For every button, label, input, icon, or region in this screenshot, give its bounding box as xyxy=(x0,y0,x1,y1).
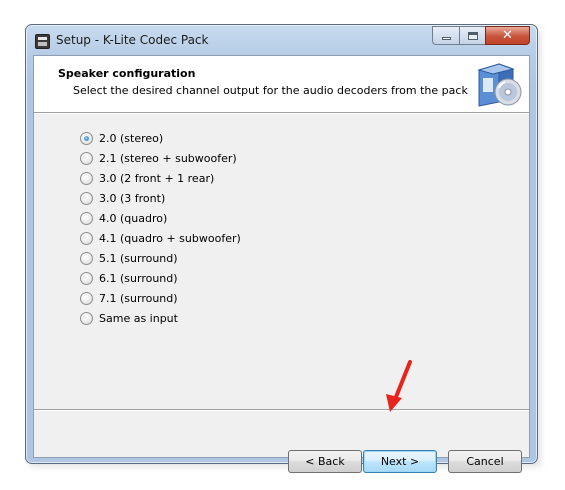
option-5-1[interactable]: 5.1 (surround) xyxy=(80,248,280,268)
maximize-icon xyxy=(467,31,478,40)
footer-divider xyxy=(34,409,529,411)
radio-button[interactable] xyxy=(80,211,93,225)
radio-button[interactable] xyxy=(80,131,93,145)
page-title: Speaker configuration xyxy=(58,67,196,80)
setup-window: Setup - K-Lite Codec Pack ✕ Speaker conf… xyxy=(25,24,538,473)
installer-box-icon xyxy=(477,63,522,107)
radio-button[interactable] xyxy=(80,231,93,245)
radio-button[interactable] xyxy=(80,251,93,265)
option-4-0[interactable]: 4.0 (quadro) xyxy=(80,208,280,228)
option-2-1[interactable]: 2.1 (stereo + subwoofer) xyxy=(80,148,280,168)
option-label: 5.1 (surround) xyxy=(99,251,178,265)
page-subtitle: Select the desired channel output for th… xyxy=(73,84,468,97)
radio-button[interactable] xyxy=(80,311,93,325)
option-label: Same as input xyxy=(99,311,178,325)
red-arrow-icon xyxy=(386,360,412,412)
close-button[interactable]: ✕ xyxy=(485,26,530,45)
next-button[interactable]: Next > xyxy=(363,450,437,473)
option-label: 3.0 (2 front + 1 rear) xyxy=(99,171,215,185)
option-4-1[interactable]: 4.1 (quadro + subwoofer) xyxy=(80,228,280,248)
back-button[interactable]: < Back xyxy=(288,450,362,473)
option-6-1[interactable]: 6.1 (surround) xyxy=(80,268,280,288)
caption-buttons: ✕ xyxy=(432,26,530,45)
option-label: 4.1 (quadro + subwoofer) xyxy=(99,231,241,245)
option-label: 7.1 (surround) xyxy=(99,291,178,305)
wizard-header: Speaker configuration Select the desired… xyxy=(34,56,529,114)
option-label: 2.0 (stereo) xyxy=(99,131,164,145)
option-label: 2.1 (stereo + subwoofer) xyxy=(99,151,237,165)
title-bar[interactable]: Setup - K-Lite Codec Pack ✕ xyxy=(26,25,537,55)
radio-button[interactable] xyxy=(80,291,93,305)
maximize-button[interactable] xyxy=(459,26,485,45)
radio-button[interactable] xyxy=(80,171,93,185)
wizard-body: Speaker configuration Select the desired… xyxy=(33,55,530,473)
option-3-0-front[interactable]: 3.0 (3 front) xyxy=(80,188,280,208)
option-2-0[interactable]: 2.0 (stereo) xyxy=(80,128,280,148)
radio-button[interactable] xyxy=(80,191,93,205)
minimize-icon xyxy=(441,37,451,40)
window-title: Setup - K-Lite Codec Pack xyxy=(56,33,209,47)
radio-button[interactable] xyxy=(80,271,93,285)
option-3-0-rear[interactable]: 3.0 (2 front + 1 rear) xyxy=(80,168,280,188)
radio-button[interactable] xyxy=(80,151,93,165)
option-label: 6.1 (surround) xyxy=(99,271,178,285)
option-label: 3.0 (3 front) xyxy=(99,191,166,205)
close-icon: ✕ xyxy=(502,28,513,43)
minimize-button[interactable] xyxy=(432,26,459,45)
cancel-button[interactable]: Cancel xyxy=(448,450,522,473)
option-label: 4.0 (quadro) xyxy=(99,211,168,225)
option-7-1[interactable]: 7.1 (surround) xyxy=(80,288,280,308)
clapperboard-icon[interactable] xyxy=(35,34,50,49)
option-same-as-input[interactable]: Same as input xyxy=(80,308,280,328)
